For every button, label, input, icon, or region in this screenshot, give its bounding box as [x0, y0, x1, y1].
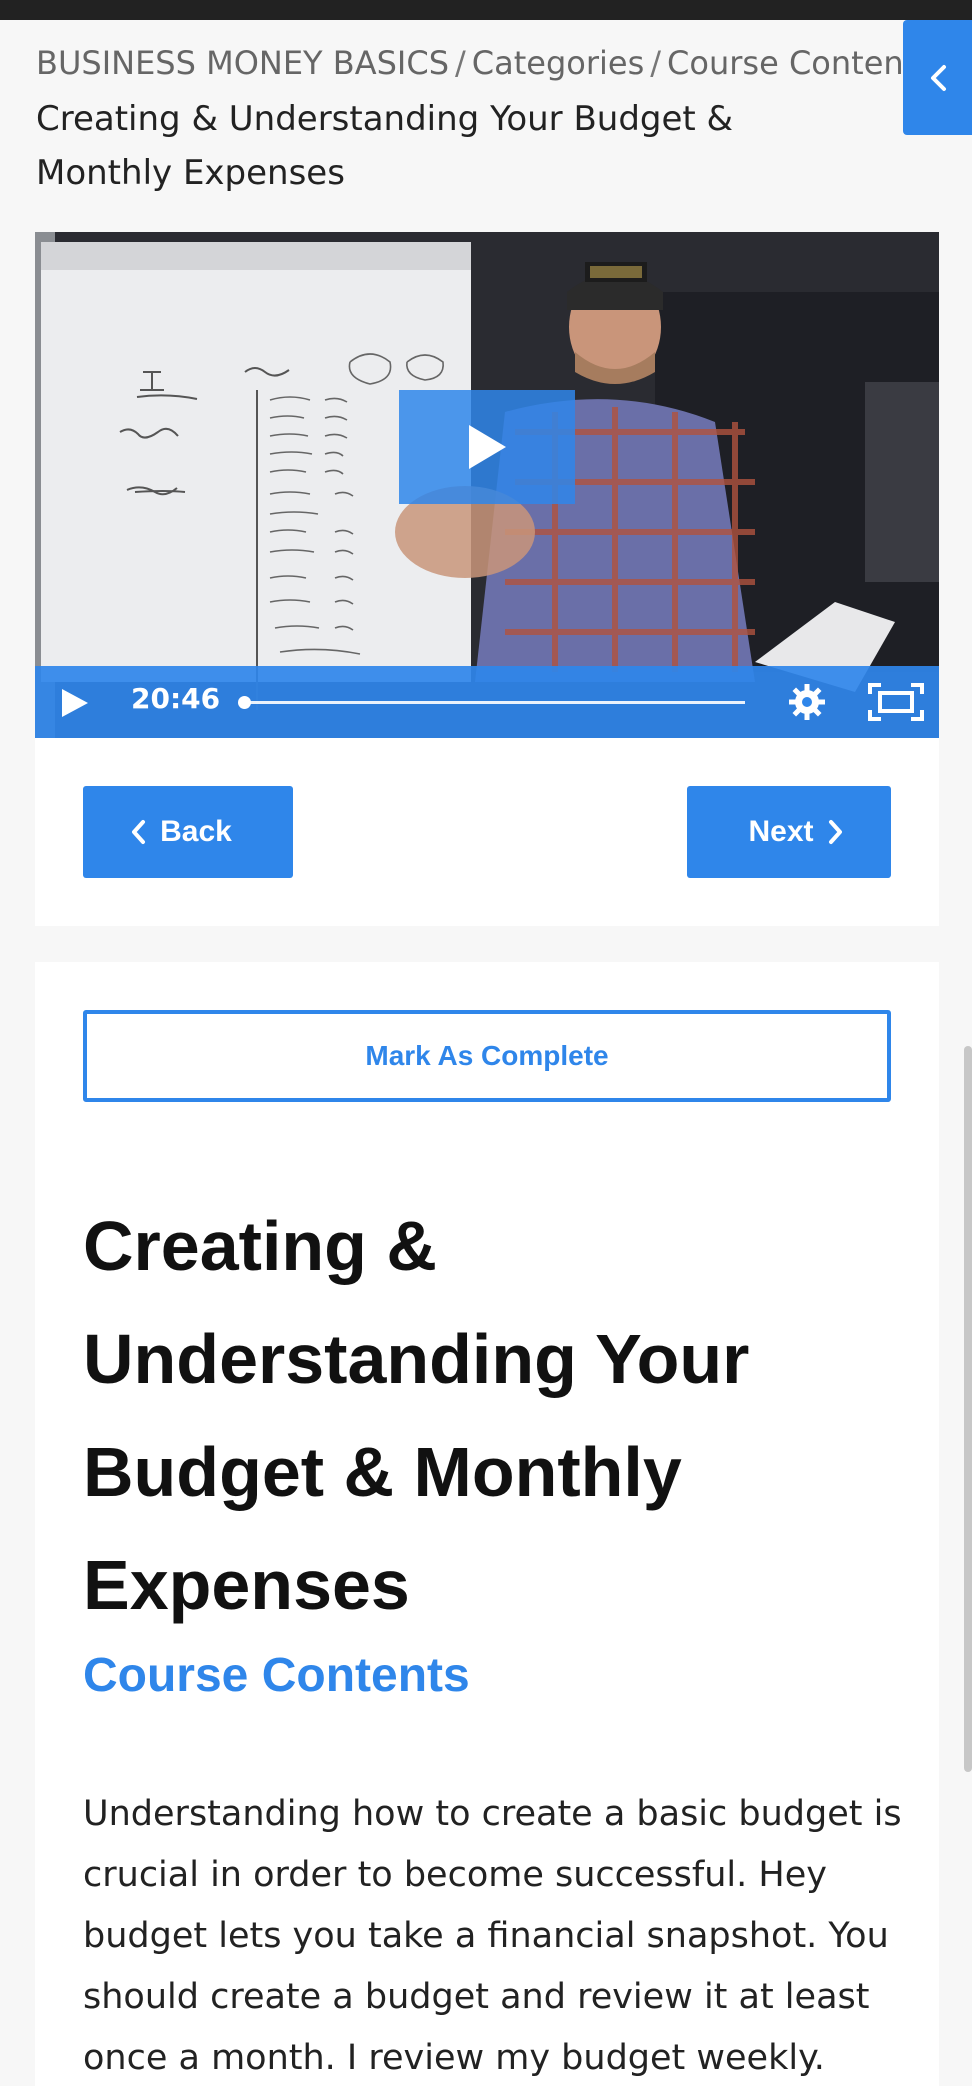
- big-play-button[interactable]: [399, 390, 575, 504]
- video-card: 20:46 Back Next: [35, 232, 939, 926]
- gear-icon[interactable]: [787, 682, 827, 722]
- video-time: 20:46: [131, 682, 221, 715]
- chevron-left-icon: [930, 64, 946, 91]
- breadcrumb-current-page: Creating & Understanding Your Budget & M…: [36, 99, 734, 193]
- lesson-body-text: Understanding how to create a basic budg…: [83, 1794, 902, 2078]
- breadcrumb-link-course-contents[interactable]: Course Contents: [667, 44, 916, 82]
- chevron-left-icon: [132, 820, 146, 844]
- video-player[interactable]: 20:46: [35, 232, 939, 738]
- course-contents-heading: Course Contents: [83, 1649, 470, 1702]
- breadcrumb-link-categories[interactable]: Categories: [472, 44, 644, 82]
- video-controls: 20:46: [35, 666, 939, 738]
- play-icon: [469, 425, 506, 469]
- video-progress-handle[interactable]: [238, 696, 251, 709]
- lesson-content-card: Mark As Complete Creating & Understandin…: [35, 962, 939, 2086]
- status-strip: [0, 0, 972, 20]
- back-button[interactable]: Back: [83, 786, 293, 878]
- page-scrollbar[interactable]: [964, 1046, 972, 1772]
- next-button[interactable]: Next: [687, 786, 891, 878]
- breadcrumb-separator: /: [455, 44, 466, 82]
- sidebar-toggle-button[interactable]: [903, 20, 972, 135]
- breadcrumb-separator: /: [650, 44, 662, 82]
- fullscreen-icon[interactable]: [867, 682, 925, 722]
- play-icon[interactable]: [57, 686, 91, 720]
- back-button-label: Back: [160, 815, 232, 848]
- mark-as-complete-button[interactable]: Mark As Complete: [83, 1010, 891, 1102]
- lesson-title: Creating & Understanding Your Budget & M…: [83, 1207, 750, 1624]
- chevron-right-icon: [828, 820, 842, 844]
- video-progress-track[interactable]: [243, 701, 745, 704]
- breadcrumb: BUSINESS MONEY BASICS / Categories / Course …: [36, 40, 916, 86]
- breadcrumb-link-business-money-basics[interactable]: BUSINESS MONEY BASICS: [36, 44, 449, 82]
- next-button-label: Next: [748, 815, 814, 848]
